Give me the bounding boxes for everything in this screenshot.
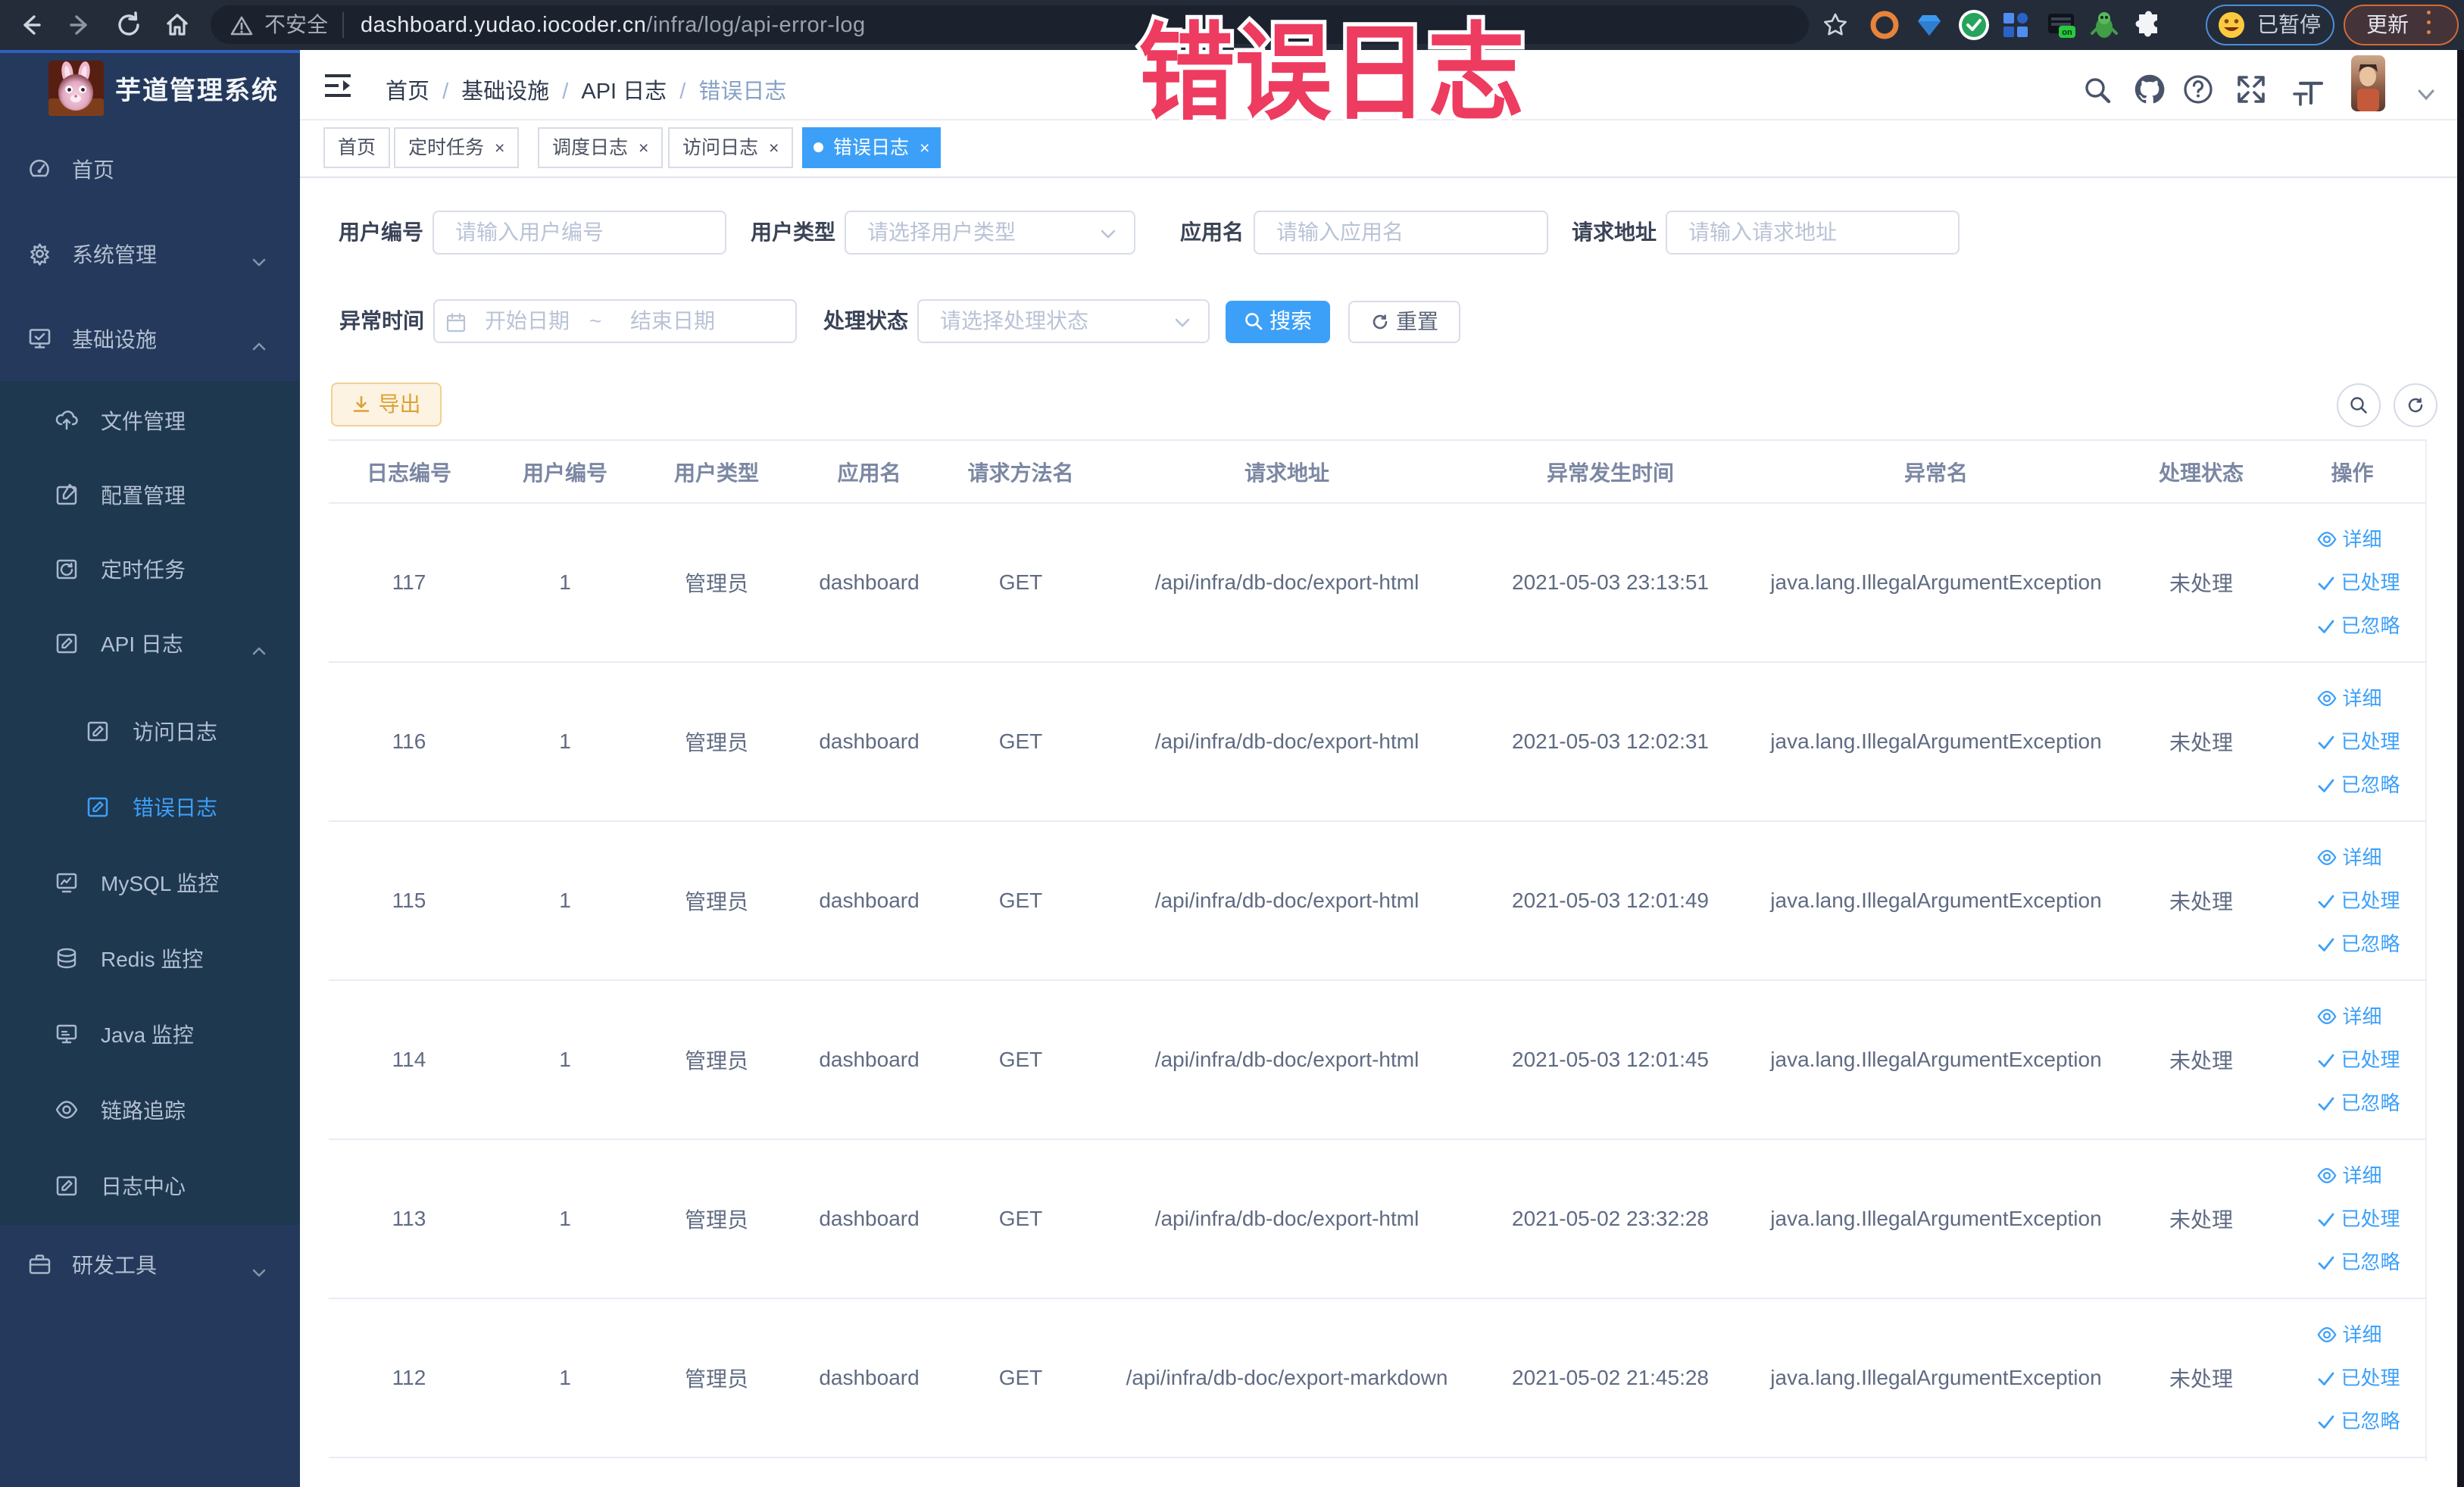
svg-text:on: on <box>2062 28 2072 37</box>
svg-text:错误日志: 错误日志 <box>1138 14 1525 133</box>
